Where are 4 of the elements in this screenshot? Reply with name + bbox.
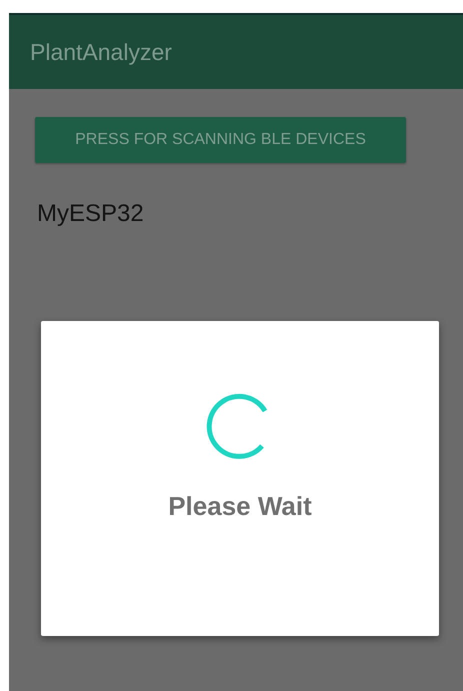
device-name[interactable]: MyESP32 (35, 200, 463, 228)
scan-button[interactable]: PRESS FOR SCANNING BLE DEVICES (35, 117, 406, 163)
app-title: PlantAnalyzer (30, 38, 172, 66)
dialog-message: Please Wait (168, 491, 312, 522)
